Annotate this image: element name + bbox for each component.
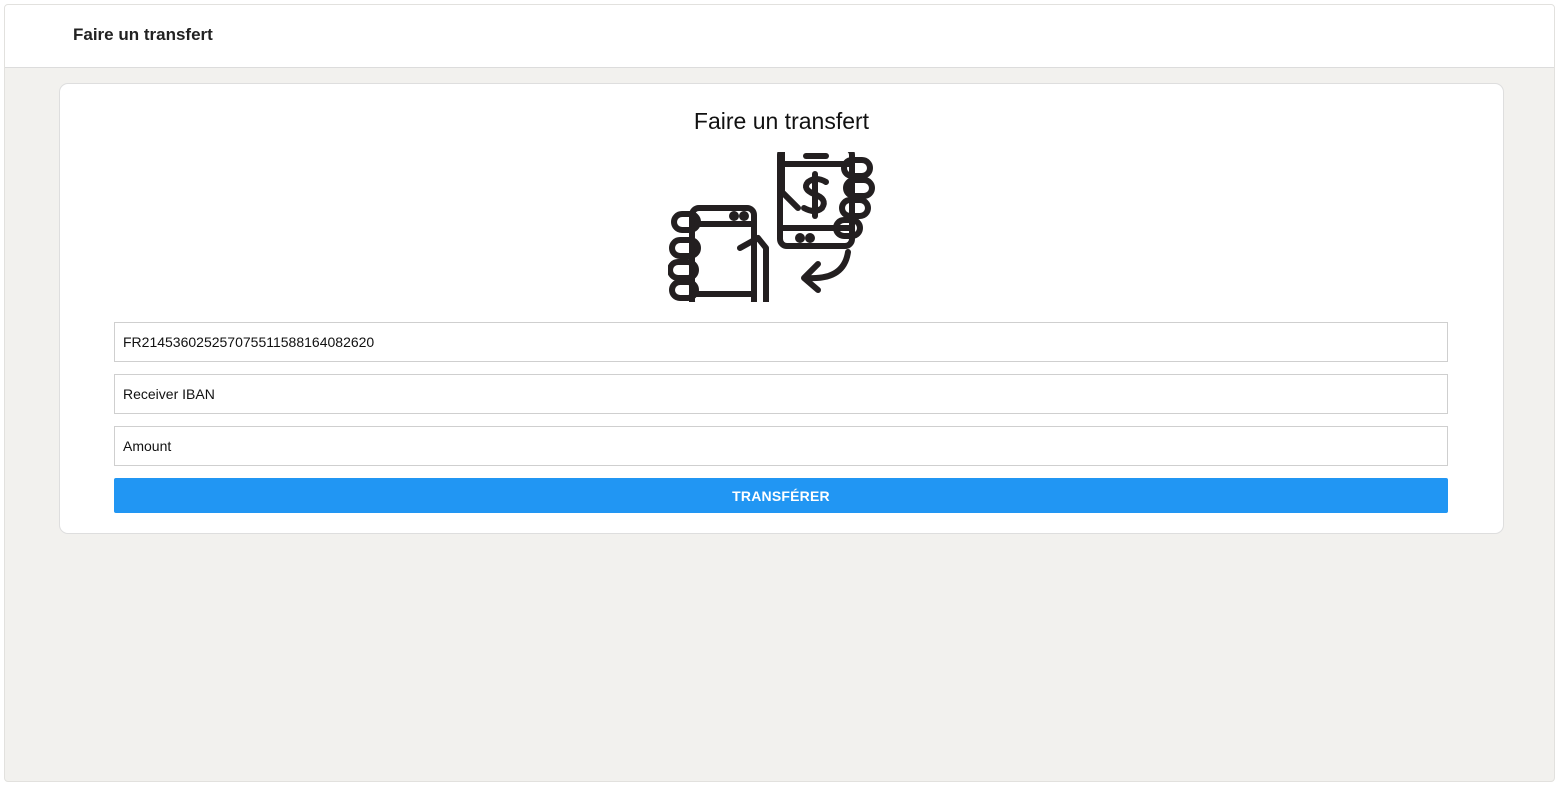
transfer-card: Faire un transfert FR2145360252570755115… bbox=[59, 83, 1504, 534]
app-window: Faire un transfert Faire un transfert FR… bbox=[4, 4, 1555, 782]
card-title: Faire un transfert bbox=[693, 108, 870, 134]
top-bar: Faire un transfert bbox=[5, 5, 1554, 68]
transfer-button[interactable]: TRANSFÉRER bbox=[114, 478, 1448, 513]
phone-money-transfer-icon bbox=[668, 152, 878, 302]
sender-iban-field[interactable] bbox=[114, 322, 1448, 362]
page-title: Faire un transfert bbox=[73, 25, 213, 44]
amount-field[interactable] bbox=[114, 426, 1448, 466]
receiver-iban-field[interactable] bbox=[114, 374, 1448, 414]
